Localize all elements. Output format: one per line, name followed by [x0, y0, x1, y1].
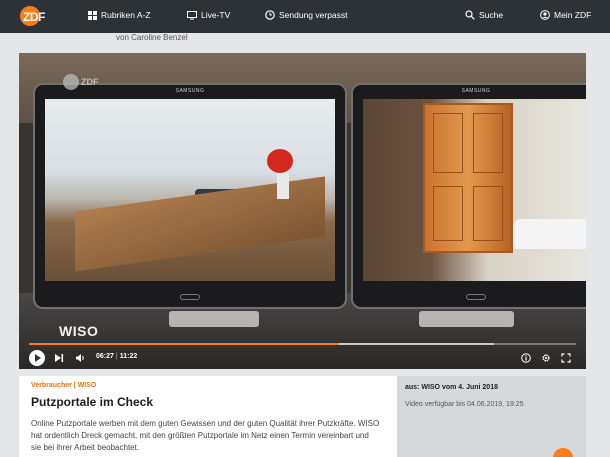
- video-frame: SAMSUNG SAMSUNG: [19, 53, 586, 369]
- watermark-text: ZDF: [81, 77, 99, 87]
- tv-icon: [187, 10, 197, 19]
- duration: 11:22: [119, 353, 138, 360]
- article-title: Putzportale im Check: [31, 395, 154, 409]
- author-line: von Caroline Benzel: [116, 33, 188, 42]
- wiso-logo: WISO: [59, 323, 99, 339]
- nav-suche-label: Suche: [479, 10, 504, 20]
- door-panel: [433, 186, 463, 241]
- search-icon: [465, 10, 475, 20]
- play-button[interactable]: [29, 350, 45, 366]
- zdf-watermark: ZDF: [63, 74, 99, 90]
- nav-rubriken-label: Rubriken A-Z: [101, 10, 151, 20]
- bathtub: [513, 219, 586, 249]
- grid-icon: [88, 10, 97, 20]
- nav-sendung-verpasst[interactable]: Sendung verpasst: [265, 10, 348, 20]
- info-icon[interactable]: [521, 353, 531, 363]
- wooden-door: [423, 103, 513, 253]
- vase: [277, 169, 289, 199]
- tablet-right: SAMSUNG: [351, 83, 586, 309]
- door-panel: [473, 186, 503, 241]
- door-panel: [433, 113, 463, 173]
- skip-next-icon[interactable]: [54, 353, 64, 363]
- broadcast-source[interactable]: aus: WISO vom 4. Juni 2018: [405, 384, 498, 391]
- progress-played: [29, 343, 340, 345]
- current-time: 06:27: [96, 353, 114, 360]
- article-card: Verbraucher | WISO Putzportale im Check …: [19, 376, 397, 457]
- bathroom-image: [363, 99, 586, 281]
- settings-icon[interactable]: [541, 353, 551, 363]
- tablet-home-button: [466, 294, 486, 300]
- watermark-circle: [63, 74, 79, 90]
- article-description: Online Putzportale werben mit dem guten …: [31, 419, 380, 452]
- tablet-home-button: [180, 294, 200, 300]
- nav-mein-zdf[interactable]: Mein ZDF: [540, 10, 591, 20]
- door-panel: [473, 113, 503, 173]
- tablet-stand-right: [419, 311, 514, 327]
- nav-suche[interactable]: Suche: [465, 10, 503, 20]
- video-player[interactable]: SAMSUNG SAMSUNG ZDF WISO 06:27 | 11:22: [19, 53, 586, 369]
- nav-verpasst-label: Sendung verpasst: [279, 10, 348, 20]
- nav-rubriken[interactable]: Rubriken A-Z: [88, 10, 151, 20]
- nav-meinzdf-label: Mein ZDF: [554, 10, 592, 20]
- broadcast-info: aus: WISO vom 4. Juni 2018 Video verfügb…: [397, 376, 586, 457]
- fullscreen-icon[interactable]: [561, 353, 571, 363]
- tablet-left: SAMSUNG: [33, 83, 347, 309]
- article-kicker[interactable]: Verbraucher | WISO: [31, 382, 96, 389]
- time-separator: |: [115, 353, 118, 360]
- red-flowers: [267, 149, 293, 173]
- tablet-right-screen: [363, 99, 586, 281]
- tablet-stand-left: [169, 311, 259, 327]
- clock-icon: [265, 10, 275, 20]
- user-icon: [540, 10, 550, 20]
- tablet-left-screen: [45, 99, 335, 281]
- time-display: 06:27 | 11:22: [96, 353, 137, 360]
- progress-bar[interactable]: [29, 343, 576, 345]
- logo-text: ZDF: [23, 10, 45, 24]
- tablet-brand-right: SAMSUNG: [461, 88, 491, 94]
- nav-livetv[interactable]: Live-TV: [187, 10, 230, 20]
- availability: Video verfügbar bis 04.06.2019, 19:25: [405, 401, 524, 408]
- living-room-image: [45, 99, 335, 281]
- zdf-logo[interactable]: ZDF: [20, 6, 50, 26]
- volume-icon[interactable]: [75, 353, 86, 363]
- top-navigation: ZDF Rubriken A-Z Live-TV Sendung verpass…: [0, 0, 610, 33]
- nav-livetv-label: Live-TV: [201, 10, 231, 20]
